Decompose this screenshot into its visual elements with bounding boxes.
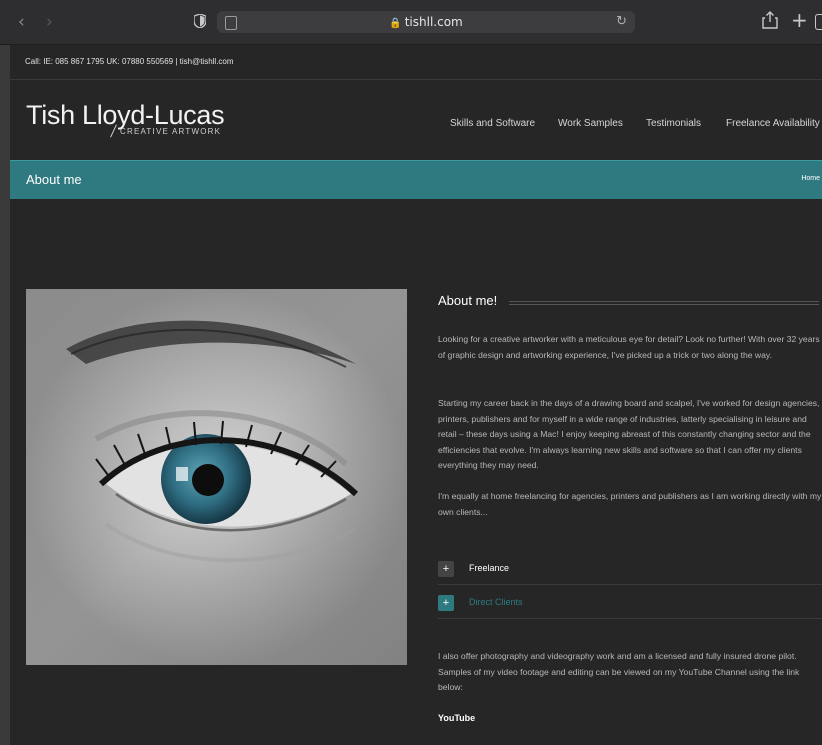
nav-freelance-availability[interactable]: Freelance Availability [726,118,820,129]
browser-toolbar: ‹ › 🔒 tishll.com ↻ + [0,0,822,45]
about-paragraph-3: I'm equally at home freelancing for agen… [438,491,822,517]
heading-divider [509,301,819,305]
url-text[interactable]: 🔒 tishll.com [217,15,635,29]
web-page: Call: IE: 085 867 1795 UK: 07880 550569 … [10,45,822,745]
youtube-link[interactable]: YouTube [438,713,475,723]
site-header: Tish Lloyd-Lucas CREATIVE ARTWORK Skills… [10,80,822,160]
logo-tagline: CREATIVE ARTWORK [120,127,222,136]
accordion-label[interactable]: Freelance [469,563,509,573]
about-paragraph-4: I also offer photography and videography… [438,651,800,692]
accordion-freelance[interactable]: + Freelance [438,551,822,585]
nav-skills-and-software[interactable]: Skills and Software [450,118,535,129]
about-paragraph-2: Starting my career back in the days of a… [438,398,820,470]
nav-testimonials[interactable]: Testimonials [646,118,701,129]
accordion-label[interactable]: Direct Clients [469,597,523,607]
share-icon[interactable] [762,11,778,29]
tabs-overview-icon[interactable] [815,14,822,30]
about-heading: About me! [438,293,498,308]
privacy-shield-icon[interactable] [194,14,206,28]
contact-bar: Call: IE: 085 867 1795 UK: 07880 550569 … [10,45,822,80]
address-bar[interactable]: 🔒 tishll.com ↻ [217,11,635,33]
nav-work-samples[interactable]: Work Samples [558,118,623,129]
expand-plus-icon[interactable]: + [438,595,454,611]
reload-icon[interactable]: ↻ [616,14,627,29]
about-paragraph-1: Looking for a creative artworker with a … [438,334,820,360]
forward-icon[interactable]: › [46,12,53,32]
page-title-bar: About me Home [10,160,822,199]
breadcrumb-home[interactable]: Home [801,175,820,182]
accordion-direct-clients[interactable]: + Direct Clients [438,585,822,619]
lock-icon: 🔒 [389,18,402,29]
eye-photo [26,289,407,665]
new-tab-icon[interactable]: + [791,8,808,32]
expand-plus-icon[interactable]: + [438,561,454,577]
back-icon[interactable]: ‹ [18,12,25,32]
page-title: About me [26,172,82,187]
contact-info[interactable]: Call: IE: 085 867 1795 UK: 07880 550569 … [25,57,234,66]
